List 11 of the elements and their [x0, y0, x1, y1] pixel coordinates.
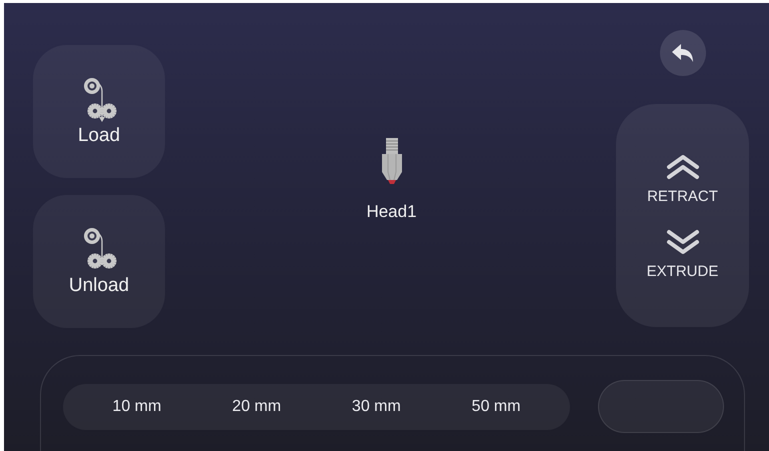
retract-button[interactable]: RETRACT [647, 152, 718, 204]
distance-option[interactable]: 30 mm [342, 394, 411, 420]
distance-option[interactable]: 10 mm [102, 394, 172, 420]
back-arrow-icon [672, 44, 694, 62]
head-label: Head1 [366, 202, 417, 222]
distance-option[interactable]: 20 mm [222, 394, 292, 420]
back-button[interactable] [660, 30, 706, 76]
unload-button[interactable]: Unload [33, 195, 165, 328]
load-button[interactable]: Load [33, 45, 165, 178]
distance-option[interactable]: 50 mm [462, 394, 531, 420]
extrude-button[interactable]: EXTRUDE [646, 226, 718, 280]
